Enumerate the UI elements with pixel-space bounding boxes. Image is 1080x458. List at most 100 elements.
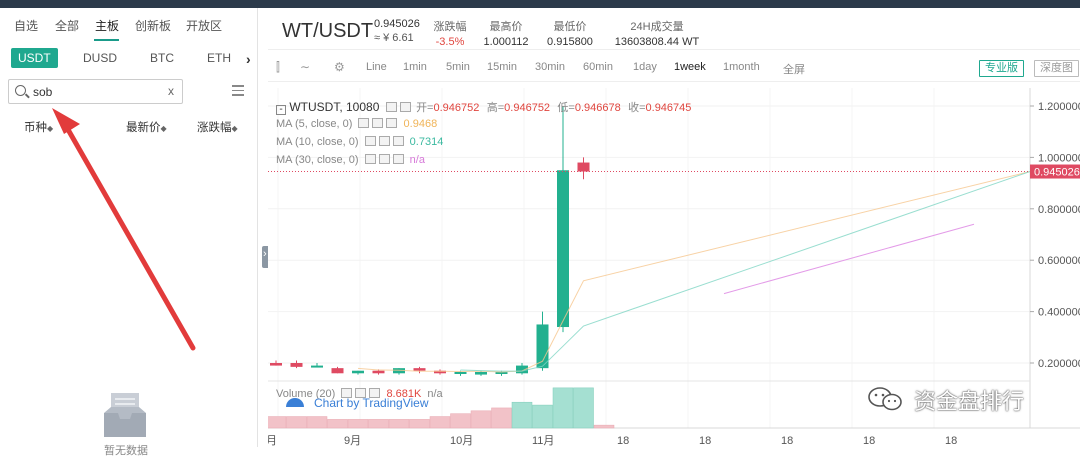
volume-bar [511,401,533,429]
high-value: 1.000112 [483,36,529,48]
time-tick-label: 18 [617,435,629,447]
candle-body [413,368,426,371]
legend-high-value: 0.946752 [504,102,551,114]
legend-eye-icon[interactable] [399,102,411,112]
legend-settings-icon[interactable] [385,102,397,112]
last-price-cny: ≈ ¥ 6.61 [374,32,414,44]
candle-body [352,370,364,374]
price-tick-label: 0.200000 [1038,358,1080,370]
legend-low-value: 0.946678 [574,102,621,114]
legend-high-label: 高= [486,102,505,114]
legend-ma10-label: MA (10, close, 0) [276,136,359,148]
volume-bar [470,410,492,429]
legend-close-icon[interactable] [386,118,398,128]
change-stat: 涨跌幅 -3.5% [430,18,470,48]
legend-close-label: 收= [628,102,646,114]
legend-gear-icon[interactable] [378,154,390,164]
legend-gear-icon[interactable] [372,118,384,128]
legend-settings-icon[interactable] [358,118,370,128]
watermark-text: 资金盘排行 [914,389,1025,414]
time-tick-label: 18 [863,435,875,447]
legend-gear-icon[interactable] [378,136,390,146]
candle-type-icon[interactable]: ⫿ [276,60,280,75]
interval-60min[interactable]: 60min [583,61,613,73]
interval-1day[interactable]: 1day [633,61,657,73]
volume-bar [327,419,348,429]
last-price-tag-label: 0.945026 [1034,167,1080,179]
tradingview-cloud-icon [286,398,304,407]
legend-ma30-value: n/a [409,154,425,166]
time-tick-label: 18 [945,435,957,447]
collapse-legend-icon[interactable]: - [276,105,286,115]
candle-body [454,372,467,375]
volume-bar [388,419,410,429]
volume-bar [491,407,512,429]
low-stat: 最低价 0.915800 [535,18,605,48]
line-type-icon[interactable]: ∼ [300,60,310,74]
interval-1min[interactable]: 1min [403,61,427,73]
legend-settings-icon[interactable] [364,154,376,164]
legend-ma30: MA (30, close, 0) n/a [276,154,425,166]
ticker-header: WT/USDT 0.945026 ≈ ¥ 6.61 涨跌幅 -3.5% 最高价 … [268,8,1080,50]
volume-bar [409,419,430,429]
volume-bar [552,387,574,429]
depth-chart-button[interactable]: 深度图 [1034,60,1079,77]
legend-ma5-label: MA (5, close, 0) [276,118,353,130]
high-stat: 最高价 1.000112 [478,18,534,48]
legend-low-label: 低= [557,102,575,114]
volume-label: 24H成交量 [630,21,684,33]
volume-value: 13603808.44 WT [614,36,700,48]
candle-body [475,372,487,375]
legend-close-icon[interactable] [392,154,404,164]
legend-settings-icon[interactable] [364,136,376,146]
price-tick-label: 0.400000 [1038,307,1080,319]
chart-toolbar: ⫿ ∼ ⚙ Line 1min 5min 15min 30min 60min 1… [268,52,1080,82]
volume-stat: 24H成交量 13603808.44 WT [598,18,716,48]
last-price: 0.945026 ≈ ¥ 6.61 [374,18,420,44]
legend-ma30-label: MA (30, close, 0) [276,154,359,166]
interval-5min[interactable]: 5min [446,61,470,73]
annotation-arrow [52,108,196,351]
fullscreen-button[interactable]: 全屏 [783,61,805,77]
price-tick-label: 0.800000 [1038,204,1080,216]
time-tick-label: 18 [699,435,711,447]
price-tick-label: 1.000000 [1038,152,1080,164]
candle-body [577,162,590,172]
interval-30min[interactable]: 30min [535,61,565,73]
change-value: -3.5% [435,36,465,48]
price-tick-label: 1.200000 [1038,101,1080,113]
legend-ma5-value: 0.9468 [403,118,438,130]
legend-volume-value2: n/a [427,388,443,400]
volume-bar [368,419,389,429]
legend-ma10-value: 0.7314 [409,136,444,148]
tradingview-attribution[interactable]: Chart by TradingView [286,396,429,410]
time-tick-label: 9月 [344,435,361,447]
time-tick-label: 11月 [532,435,554,447]
pair-title: WT/USDT [282,20,374,42]
interval-1week[interactable]: 1week [674,61,706,73]
candle-body [290,363,303,367]
volume-bar [532,404,553,429]
legend-symbol: WTUSDT, 10080 [289,100,380,114]
interval-line[interactable]: Line [366,61,387,73]
legend-open-value: 0.946752 [433,102,480,114]
volume-bar [286,416,307,429]
interval-1month[interactable]: 1month [723,61,760,73]
wechat-logo-icon [868,387,902,411]
volume-bar [573,387,594,429]
legend-close-value: 0.946745 [645,102,692,114]
volume-bar [450,413,471,429]
time-tick-label: 月 [268,435,277,447]
pro-version-button[interactable]: 专业版 [979,60,1024,77]
interval-15min[interactable]: 15min [487,61,517,73]
legend-close-icon[interactable] [392,136,404,146]
tradingview-text: Chart by TradingView [314,396,429,410]
volume-bar [593,424,615,429]
candle-body [372,370,385,374]
settings-gear-icon[interactable]: ⚙ [334,60,345,74]
volume-bar [347,419,369,429]
low-value: 0.915800 [547,36,593,48]
candle-body [557,170,569,328]
change-label: 涨跌幅 [433,21,467,33]
legend-open-label: 开= [416,102,434,114]
